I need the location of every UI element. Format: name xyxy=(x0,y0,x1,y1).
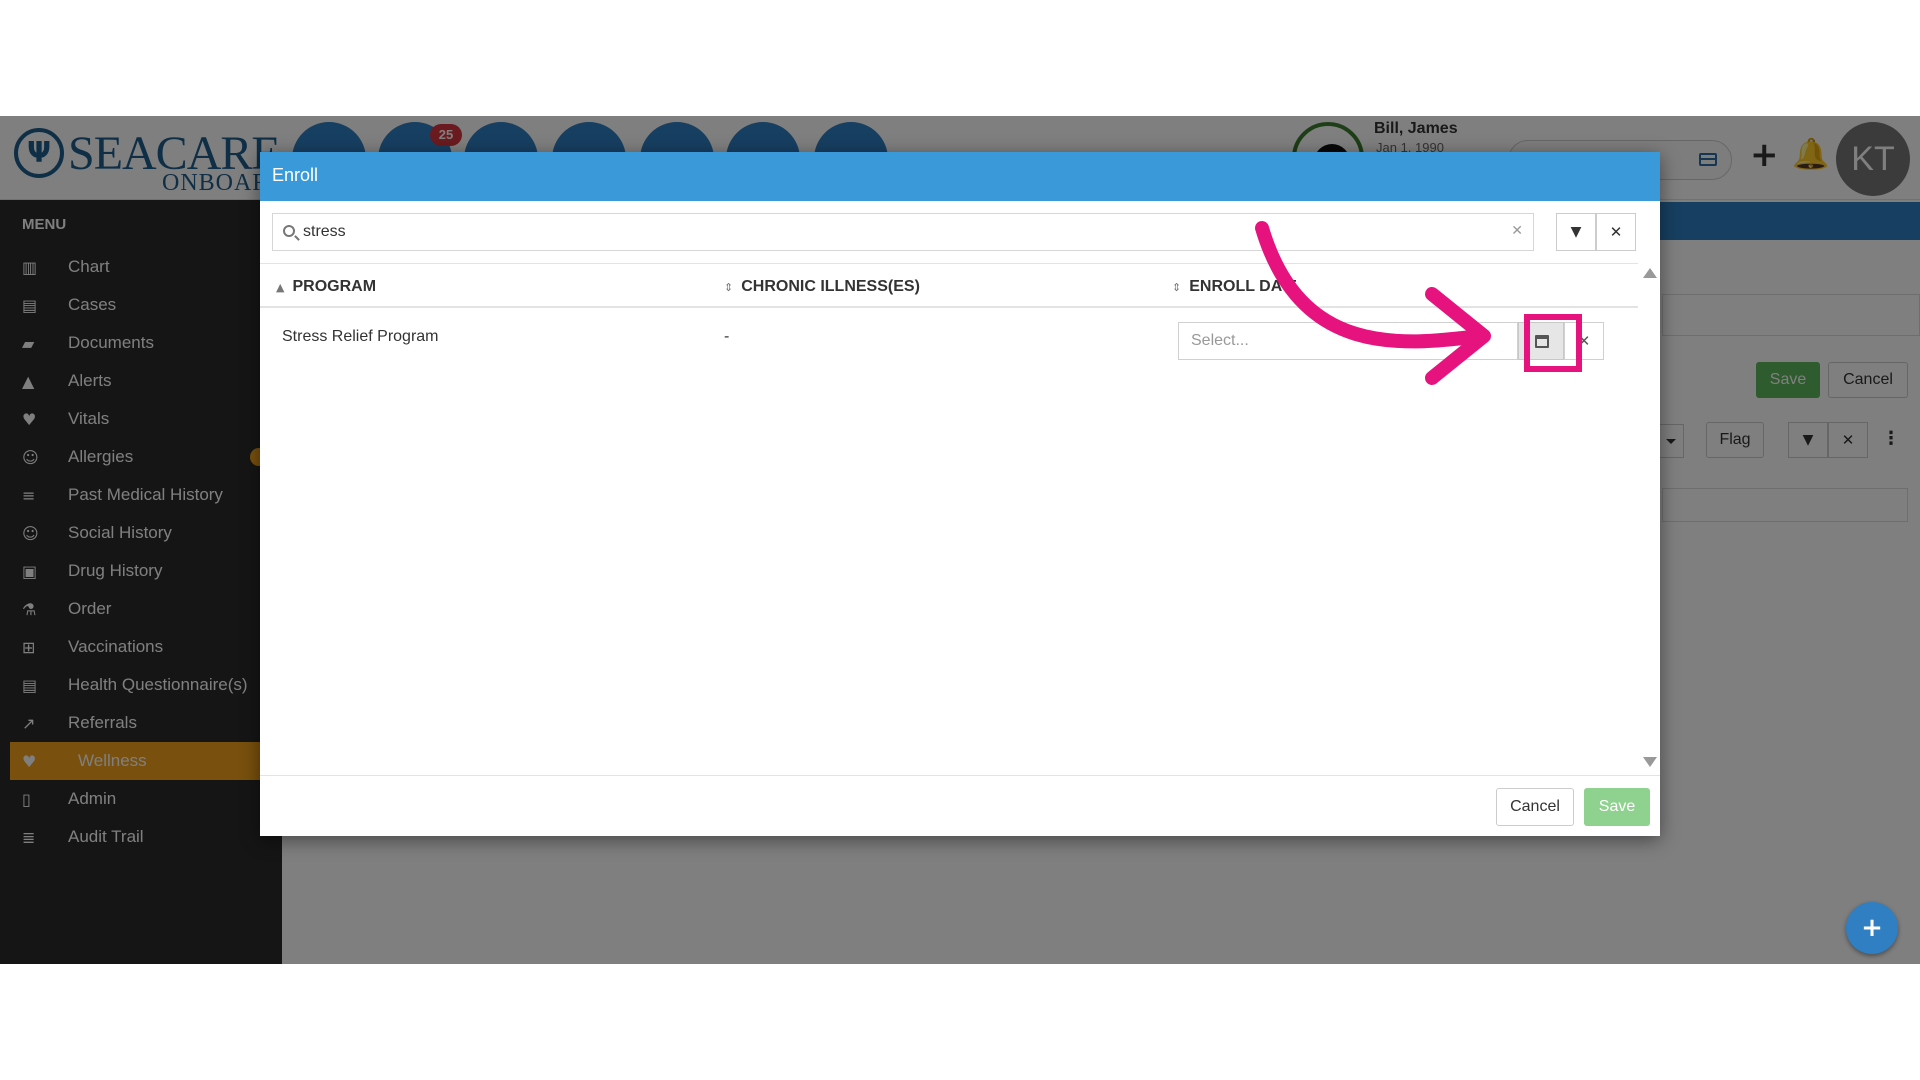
table-header: ▲ PROGRAM ⇕ CHRONIC ILLNESS(ES) ⇕ ENROLL DA… xyxy=(260,263,1638,308)
search-box: ✕ xyxy=(272,213,1534,251)
column-header-enroll-date[interactable]: ⇕ ENROLL DATE xyxy=(1172,278,1296,296)
column-label: ENROLL DATE xyxy=(1189,278,1296,295)
search-icon xyxy=(283,225,295,237)
dialog-title: Enroll xyxy=(272,165,319,185)
filter-button[interactable]: ▼ xyxy=(1556,213,1596,251)
filter-icon: ▼ xyxy=(1570,224,1582,240)
highlight-box xyxy=(1524,314,1582,372)
sort-icon: ⇕ xyxy=(1172,281,1182,294)
scroll-down-arrow[interactable] xyxy=(1643,757,1657,767)
column-label: CHRONIC ILLNESS(ES) xyxy=(741,278,920,295)
floating-add-button[interactable]: + xyxy=(1846,902,1898,954)
dialog-footer: Cancel Save xyxy=(260,775,1660,836)
chronic-illness-cell: - xyxy=(724,328,730,345)
cancel-button[interactable]: Cancel xyxy=(1496,788,1574,826)
clear-filter-button[interactable]: ✕ xyxy=(1596,213,1636,251)
sort-asc-icon: ▲ xyxy=(276,281,285,294)
app-window: Ψ SEACARE ONBOAR 25 Bill, James Jan 1, 1… xyxy=(0,116,1920,964)
table-row: Stress Relief Program - Select... ✕ xyxy=(260,308,1638,372)
sort-icon: ⇕ xyxy=(724,281,734,294)
clear-search-icon[interactable]: ✕ xyxy=(1511,223,1523,239)
column-header-program[interactable]: ▲ PROGRAM xyxy=(276,278,376,296)
enroll-dialog: Enroll ✕ ▼ ✕ ▲ PROGRAM ⇕ CHRONIC ILLNESS(E… xyxy=(260,152,1660,836)
search-input[interactable] xyxy=(303,214,1493,250)
close-icon: ✕ xyxy=(1609,223,1623,241)
enroll-date-input[interactable]: Select... xyxy=(1178,322,1518,360)
dialog-header: Enroll xyxy=(260,152,1660,201)
program-cell: Stress Relief Program xyxy=(282,328,439,345)
save-button[interactable]: Save xyxy=(1584,788,1650,826)
column-header-chronic-illnesses[interactable]: ⇕ CHRONIC ILLNESS(ES) xyxy=(724,278,920,296)
column-label: PROGRAM xyxy=(292,278,377,295)
scroll-up-arrow[interactable] xyxy=(1643,268,1657,278)
